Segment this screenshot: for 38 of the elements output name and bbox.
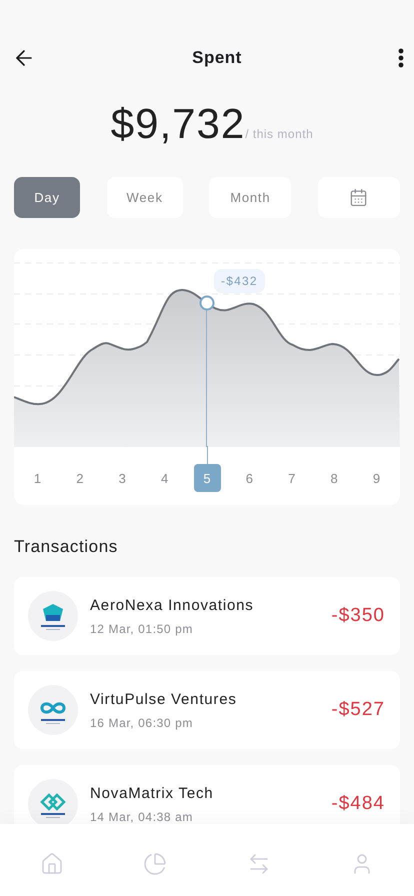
day-label[interactable]: 4 bbox=[151, 464, 178, 492]
transaction-amount: -$527 bbox=[331, 699, 385, 721]
company-name: AeroNexa Innovations bbox=[90, 596, 255, 614]
transaction-date: 14 Mar, 04:38 am bbox=[90, 810, 194, 824]
company-name: VirtuPulse Ventures bbox=[90, 690, 238, 708]
period-caption: / this month bbox=[245, 127, 314, 141]
company-name: NovaMatrix Tech bbox=[90, 784, 214, 802]
day-label[interactable]: 7 bbox=[278, 464, 306, 492]
transaction-amount: -$484 bbox=[331, 793, 385, 815]
day-label[interactable]: 8 bbox=[320, 464, 348, 492]
more-icon bbox=[398, 48, 404, 68]
period-tab[interactable]: Week bbox=[106, 177, 183, 218]
transaction-date: 16 Mar, 06:30 pm bbox=[90, 716, 194, 730]
pie-chart-icon bbox=[143, 852, 168, 876]
nav-button[interactable] bbox=[143, 852, 168, 876]
calendar-button[interactable] bbox=[318, 177, 400, 218]
day-label[interactable]: 5 bbox=[194, 464, 220, 492]
day-label[interactable]: 3 bbox=[108, 464, 136, 492]
marker-dot[interactable] bbox=[200, 296, 214, 310]
period-tab[interactable]: Day bbox=[14, 177, 80, 218]
transaction-card[interactable]: AeroNexa Innovations 12 Mar, 01:50 pm -$350 bbox=[14, 577, 400, 655]
transaction-card[interactable]: VirtuPulse Ventures 16 Mar, 06:30 pm -$527 bbox=[14, 671, 400, 749]
home-icon bbox=[40, 852, 64, 876]
period-tab[interactable]: Month bbox=[209, 177, 292, 218]
spent-amount: $9,732 bbox=[110, 100, 246, 148]
calendar-icon bbox=[349, 188, 368, 207]
day-label[interactable]: 9 bbox=[363, 464, 390, 492]
transaction-date: 12 Mar, 01:50 pm bbox=[90, 622, 194, 636]
page-title: Spent bbox=[192, 48, 242, 68]
transaction-amount: -$350 bbox=[331, 605, 385, 627]
more-button[interactable] bbox=[398, 48, 404, 68]
value-tooltip: -$432 bbox=[214, 269, 265, 293]
section-title: Transactions bbox=[14, 537, 119, 557]
day-label[interactable]: 1 bbox=[24, 464, 51, 492]
day-label[interactable]: 6 bbox=[236, 464, 263, 492]
transaction-card[interactable]: NovaMatrix Tech 14 Mar, 04:38 am -$484 bbox=[14, 765, 400, 824]
day-label[interactable]: 2 bbox=[66, 464, 94, 492]
nav-button[interactable] bbox=[40, 852, 64, 876]
